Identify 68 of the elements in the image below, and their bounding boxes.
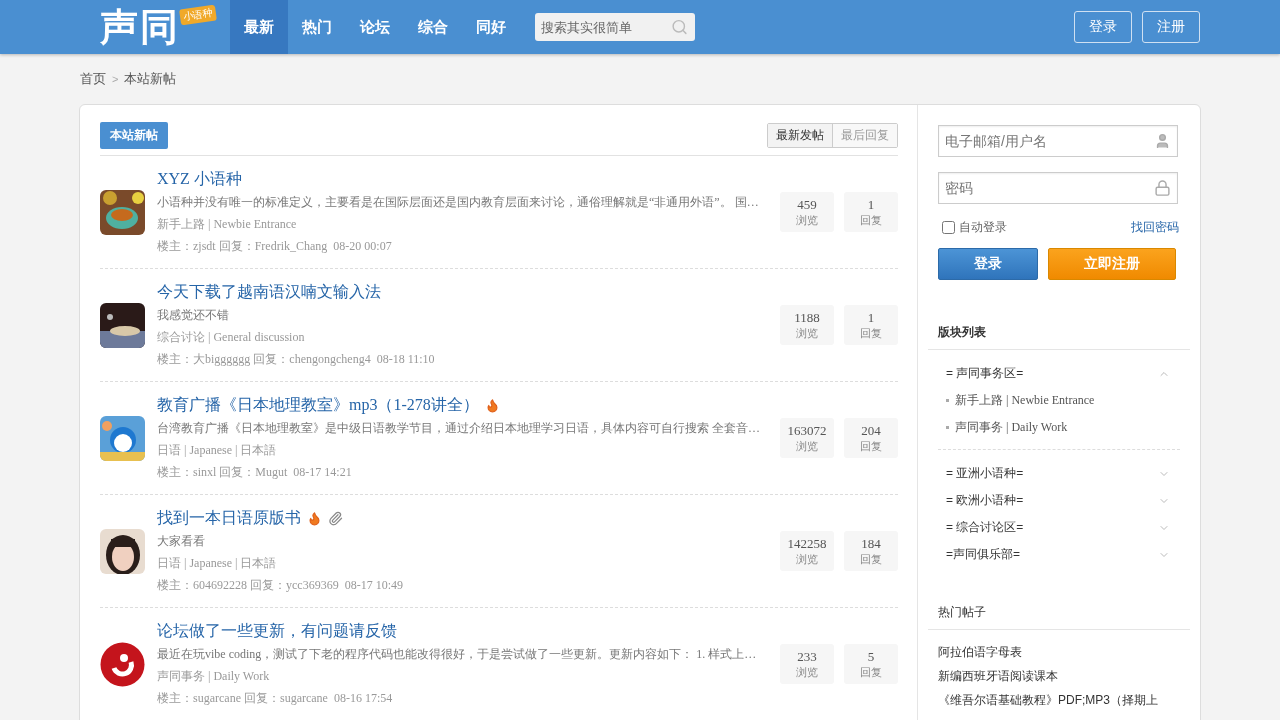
post-time: 08-18 11:10 (376, 351, 435, 368)
post-byline: 楼主：zjsdt 回复：Fredrik_Chang (157, 238, 328, 255)
forum-group[interactable]: = 声同事务区= (928, 360, 1190, 387)
header-button[interactable]: 注册 (1142, 11, 1200, 43)
nav-tab[interactable]: 论坛 (346, 0, 404, 54)
nav-tab[interactable]: 同好 (462, 0, 520, 54)
bullet-icon (946, 399, 949, 402)
breadcrumb-separator: > (112, 73, 119, 85)
password-field[interactable]: 密码 (938, 172, 1178, 204)
breadcrumb-link[interactable]: 本站新帖 (124, 70, 177, 88)
bullet-icon (946, 426, 949, 429)
post-time: 08-16 17:54 (333, 690, 393, 707)
replies-count: 1 回复 (844, 192, 898, 232)
remember-label: 自动登录 (959, 219, 1007, 236)
nav-tab[interactable]: 热门 (288, 0, 346, 54)
post-time: 08-17 10:49 (344, 577, 403, 594)
replies-count: 184 回复 (844, 531, 898, 571)
replies-count: 5 回复 (844, 644, 898, 684)
views-count: 163072 浏览 (780, 418, 834, 458)
post-title[interactable]: XYZ 小语种 (157, 168, 242, 190)
sort-tab[interactable]: 最新发帖 (768, 124, 832, 147)
hot-post-link[interactable]: 新编西班牙语阅读课本 (928, 664, 1190, 688)
section-title: 版块列表 (928, 324, 1190, 350)
forgot-password-link[interactable]: 找回密码 (1131, 219, 1179, 236)
login-button[interactable]: 登录 (938, 248, 1038, 280)
post-time: 08-17 14:21 (293, 464, 352, 481)
post-title[interactable]: 教育广播《日本地理教室》mp3（1-278讲全） (157, 394, 479, 416)
post-excerpt: 台湾教育广播《日本地理教室》是中级日语教学节目，通过介绍日本地理学习日语，具体内容可自行搜索 全套音… (157, 420, 761, 437)
post-byline: 楼主：604692228 回复：ycc369369 (157, 577, 339, 594)
section-title: 热门帖子 (928, 604, 1190, 630)
post-title[interactable]: 今天下载了越南语汉喃文输入法 (157, 281, 381, 303)
post-excerpt: 最近在玩vibe coding，测试了下老的程序代码也能改得很好，于是尝试做了一些更新。更新内容如下： 1. 样式上… (157, 646, 758, 663)
forum-link[interactable]: 新手上路 | Newbie Entrance (955, 392, 1095, 409)
post-byline: 楼主：sugarcane 回复：sugarcane (157, 690, 328, 707)
hot-post-link[interactable]: 阿拉伯语字母表 (928, 640, 1190, 664)
site-logo[interactable]: 声同 (100, 1, 180, 53)
views-count: 233 浏览 (780, 644, 834, 684)
breadcrumb-link[interactable]: 首页 (80, 70, 106, 88)
post-excerpt: 大家看看 (157, 533, 206, 550)
views-count: 142258 浏览 (780, 531, 834, 571)
nav-tab[interactable]: 综合 (404, 0, 462, 54)
forum-group[interactable]: = 综合讨论区= (928, 514, 1190, 541)
forum-group[interactable]: =声同俱乐部= (928, 541, 1190, 568)
logo-badge: 小语种 (179, 4, 217, 26)
post-title[interactable]: 找到一本日语原版书 (157, 507, 301, 529)
hot-post-link[interactable]: 《维吾尔语基础教程》PDF;MP3（择期上 (928, 688, 1190, 712)
user-icon (1154, 132, 1171, 150)
views-count: 1188 浏览 (780, 305, 834, 345)
replies-count: 204 回复 (844, 418, 898, 458)
remember-checkbox[interactable] (942, 221, 955, 234)
post-byline: 楼主：sinxl 回复：Mugut (157, 464, 288, 481)
replies-count: 1 回复 (844, 305, 898, 345)
views-count: 459 浏览 (780, 192, 834, 232)
header-button[interactable]: 登录 (1074, 11, 1132, 43)
post-title[interactable]: 论坛做了一些更新，有问题请反馈 (157, 620, 397, 642)
search-icon[interactable] (671, 18, 688, 36)
section-heading: 本站新帖 (100, 122, 168, 149)
post-time: 08-20 00:07 (333, 238, 392, 255)
post-excerpt: 我感觉还不错 (157, 307, 230, 324)
search-field[interactable]: 搜索其实很简单 (535, 13, 695, 41)
nav-tab[interactable]: 最新 (230, 0, 288, 54)
post-byline: 楼主：大bigggggg 回复：chengongcheng4 (157, 351, 371, 368)
forum-group[interactable]: = 欧洲小语种= (928, 487, 1190, 514)
forum-group[interactable]: = 亚洲小语种= (928, 460, 1190, 487)
username-field[interactable]: 电子邮箱/用户名 (938, 125, 1178, 157)
lock-icon (1154, 179, 1171, 197)
post-excerpt: 小语种并没有唯一的标准定义，主要看是在国际层面还是国内教育层面来讨论，通俗理解就是“非通用外语”。 国… (157, 194, 760, 211)
forum-link[interactable]: 声同事务 | Daily Work (955, 419, 1068, 436)
